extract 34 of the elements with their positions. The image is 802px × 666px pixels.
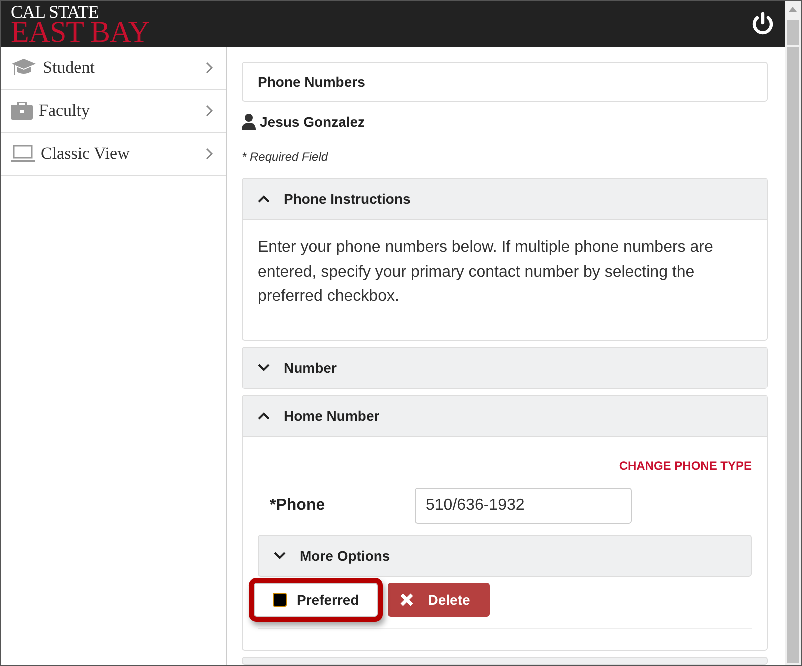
power-icon[interactable] xyxy=(751,12,775,36)
chevron-up-icon xyxy=(258,195,270,203)
chevron-down-icon xyxy=(274,552,286,560)
sidebar-item[interactable]: Student xyxy=(1,47,226,90)
phone-label: *Phone xyxy=(269,496,326,514)
panel-header[interactable]: Home Number xyxy=(243,396,767,436)
delete-button[interactable]: Delete xyxy=(388,582,490,616)
panel-header[interactable]: Number xyxy=(243,348,767,388)
graduation-cap-icon xyxy=(11,59,37,77)
required-note: * Required Field xyxy=(242,150,330,164)
logo-text: CAL STATE xyxy=(11,2,100,20)
logo-text: EAST BAY xyxy=(11,18,150,48)
scroll-up-arrow-icon[interactable] xyxy=(789,7,797,12)
chevron-right-icon xyxy=(206,62,214,74)
chevron-right-icon xyxy=(206,148,214,160)
scrollbar[interactable] xyxy=(785,1,801,47)
sidebar-item[interactable]: Faculty xyxy=(1,90,226,133)
chevron-up-icon xyxy=(258,412,270,420)
laptop-icon xyxy=(11,145,35,163)
close-icon xyxy=(400,592,414,606)
sidebar-item[interactable]: Classic View xyxy=(1,133,226,176)
panel-header[interactable]: Phone Instructions xyxy=(243,179,767,220)
instructions-text: Enter your phone numbers below. If multiple phone numbers are entered, specify your primary contact number by selecting the preferred checkbox. xyxy=(257,238,714,307)
change-phone-type-link[interactable]: CHANGE PHONE TYPE xyxy=(619,458,752,472)
phone-input[interactable]: 510/636-1932 xyxy=(415,488,632,524)
user-icon xyxy=(242,114,256,130)
more-options-header[interactable]: More Options xyxy=(258,534,752,576)
chevron-right-icon xyxy=(206,105,214,117)
preferred-checkbox[interactable] xyxy=(273,592,287,606)
briefcase-icon xyxy=(11,102,33,120)
user-name: Jesus Gonzalez xyxy=(260,114,366,130)
scrollbar[interactable] xyxy=(785,47,801,665)
chevron-down-icon xyxy=(258,364,270,372)
page-title: Phone Numbers xyxy=(242,62,768,102)
